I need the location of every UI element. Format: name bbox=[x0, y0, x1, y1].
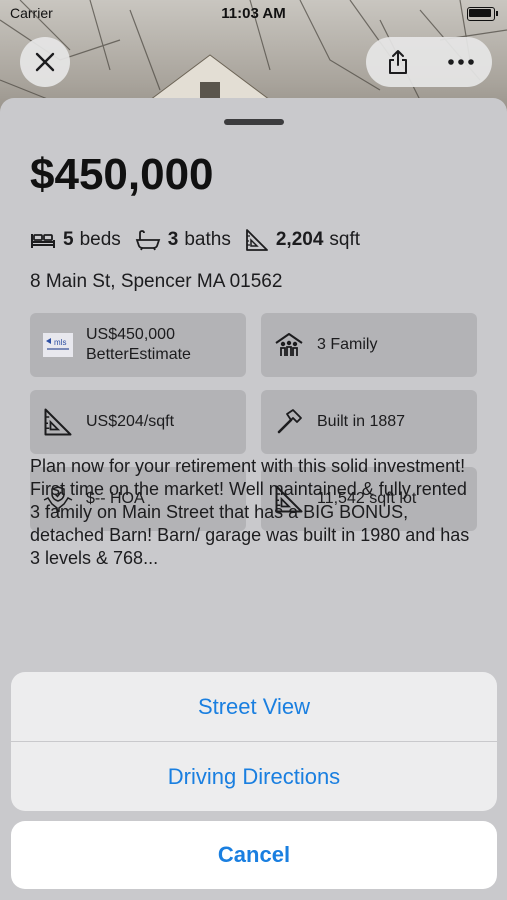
street-view-button[interactable]: Street View bbox=[11, 672, 497, 741]
header-actions bbox=[366, 37, 492, 87]
status-bar: Carrier 11:03 AM bbox=[0, 0, 507, 28]
battery-icon bbox=[467, 7, 498, 21]
mls-logo-text: mls bbox=[54, 338, 66, 347]
beds-label: beds bbox=[79, 229, 121, 250]
bathtub-icon bbox=[135, 230, 161, 251]
driving-directions-button[interactable]: Driving Directions bbox=[11, 742, 497, 811]
baths-label: baths bbox=[184, 229, 231, 250]
bed-icon bbox=[31, 234, 55, 248]
sqft-label: sqft bbox=[329, 229, 361, 250]
listing-price: $450,000 bbox=[30, 150, 214, 199]
share-icon bbox=[388, 50, 407, 74]
listing-address: 8 Main St, Spencer MA 01562 bbox=[30, 271, 283, 292]
listing-facts: 5 beds 3 baths 2,204 sqft bbox=[30, 228, 374, 252]
close-button[interactable] bbox=[20, 37, 70, 87]
sheet-grabber[interactable] bbox=[224, 119, 284, 125]
action-sheet: Street View Driving Directions bbox=[11, 672, 497, 811]
tile-estimate-value: US$450,000 bbox=[86, 326, 175, 343]
tile-property-type[interactable]: 3 Family bbox=[261, 313, 477, 377]
more-icon bbox=[447, 59, 474, 65]
beds-fact: 5 beds bbox=[30, 229, 121, 251]
baths-count: 3 bbox=[167, 229, 179, 250]
beds-count: 5 bbox=[63, 229, 74, 250]
sqft-count: 2,204 bbox=[275, 229, 324, 250]
listing-description[interactable]: Plan now for your retirement with this s… bbox=[30, 455, 480, 570]
tile-price-per-sqft[interactable]: US$204/sqft bbox=[30, 390, 246, 454]
ruler-triangle-icon bbox=[245, 229, 268, 251]
tile-estimate-source: BetterEstimate bbox=[86, 346, 191, 363]
tile-estimate[interactable]: mls US$450,000 BetterEstimate bbox=[30, 313, 246, 377]
cancel-button[interactable]: Cancel bbox=[11, 821, 497, 889]
hammer-icon bbox=[261, 408, 317, 436]
ruler-triangle-icon bbox=[30, 407, 86, 437]
more-button[interactable] bbox=[429, 37, 492, 87]
mls-logo: mls bbox=[30, 333, 86, 357]
baths-fact: 3 baths bbox=[135, 229, 231, 251]
family-icon bbox=[261, 332, 317, 358]
sqft-fact: 2,204 sqft bbox=[245, 228, 360, 252]
tile-year-built-label: Built in 1887 bbox=[317, 413, 406, 430]
share-button[interactable] bbox=[366, 37, 429, 87]
close-icon bbox=[35, 52, 55, 72]
status-time: 11:03 AM bbox=[221, 5, 286, 22]
tile-property-type-label: 3 Family bbox=[317, 336, 378, 353]
tile-year-built[interactable]: Built in 1887 bbox=[261, 390, 477, 454]
tile-price-per-sqft-label: US$204/sqft bbox=[86, 413, 175, 430]
